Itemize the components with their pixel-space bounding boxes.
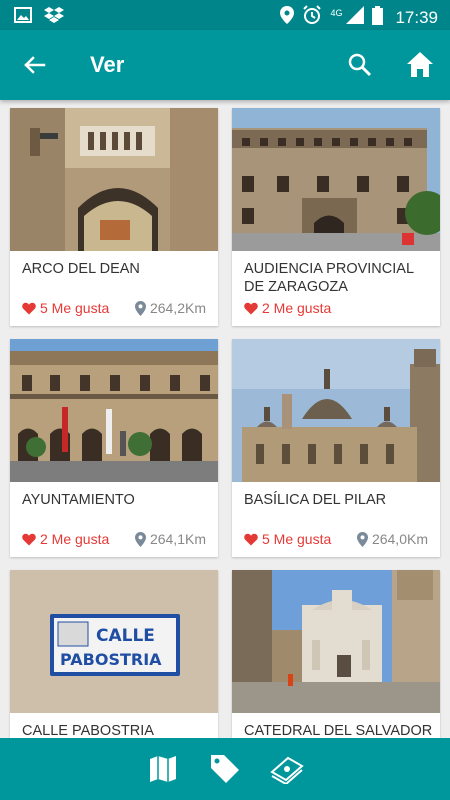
place-card-basilica-del-pilar[interactable]: BASÍLICA DEL PILAR 5 Me gusta 264,0Km <box>232 339 440 557</box>
tickets-button[interactable] <box>270 752 304 786</box>
map-icon <box>150 756 176 782</box>
street-sign-line1: CALLE <box>96 626 155 646</box>
place-photo <box>232 108 440 251</box>
signal-icon <box>346 6 365 29</box>
place-card-ayuntamiento[interactable]: AYUNTAMIENTO 2 Me gusta 264,1Km <box>10 339 218 557</box>
alarm-icon <box>302 5 322 30</box>
heart-icon <box>22 302 36 314</box>
likes-label: 2 Me gusta <box>40 531 110 547</box>
place-photo <box>10 339 218 482</box>
app-bar: Ver <box>0 30 450 100</box>
money-icon <box>270 756 304 784</box>
map-button[interactable] <box>146 752 180 786</box>
place-name: AUDIENCIA PROVINCIAL DE ZARAGOZA <box>244 261 414 295</box>
place-photo <box>232 339 440 482</box>
battery-icon <box>372 5 384 30</box>
heart-icon <box>244 533 258 545</box>
page-title: Ver <box>90 52 125 77</box>
bottom-navigation <box>0 738 450 800</box>
distance-label: 264,0Km <box>371 531 428 547</box>
search-icon <box>348 53 372 77</box>
home-icon <box>407 52 433 77</box>
back-button[interactable] <box>20 50 50 80</box>
heart-icon <box>22 533 36 545</box>
likes-count: 2 Me gusta <box>22 531 109 547</box>
distance: 264,0Km <box>356 531 428 547</box>
heart-icon <box>244 302 258 314</box>
gallery-notification-icon <box>14 7 32 28</box>
place-photo <box>232 570 440 713</box>
place-name: BASÍLICA DEL PILAR <box>244 492 387 508</box>
likes-count: 2 Me gusta <box>244 300 331 316</box>
place-name: ARCO DEL DEAN <box>22 261 140 277</box>
place-name: CATEDRAL DEL SALVADOR <box>244 723 433 738</box>
likes-label: 5 Me gusta <box>262 531 332 547</box>
place-name: CALLE PABOSTRIA <box>22 723 154 738</box>
place-card-calle-pabostria[interactable]: CALLE PABOSTRIA CALLE PABOSTRIA <box>10 570 218 738</box>
distance: 264,1Km <box>134 531 206 547</box>
place-card-catedral-del-salvador[interactable]: CATEDRAL DEL SALVADOR <box>232 570 440 738</box>
tag-icon <box>211 755 239 783</box>
likes-label: 2 Me gusta <box>262 300 332 316</box>
arrow-left-icon <box>24 56 46 74</box>
network-type-label: 4G <box>330 7 343 18</box>
place-card-audiencia-provincial[interactable]: AUDIENCIA PROVINCIAL DE ZARAGOZA 2 Me gu… <box>232 108 440 326</box>
status-bar: 4G 17:39 <box>0 0 450 30</box>
location-icon <box>280 6 295 29</box>
status-time: 17:39 <box>395 7 438 27</box>
location-pin-icon <box>134 531 146 547</box>
street-sign-line2: PABOSTRIA <box>60 650 162 669</box>
likes-count: 5 Me gusta <box>22 300 109 316</box>
likes-count: 5 Me gusta <box>244 531 331 547</box>
location-pin-icon <box>134 300 146 316</box>
place-name: AYUNTAMIENTO <box>22 492 135 508</box>
home-button[interactable] <box>404 49 436 81</box>
place-photo <box>10 108 218 251</box>
place-photo: CALLE PABOSTRIA <box>10 570 218 713</box>
tags-button[interactable] <box>208 752 242 786</box>
distance-label: 264,2Km <box>149 300 206 316</box>
places-grid: ARCO DEL DEAN 5 Me gusta 264,2Km AUDIENC… <box>0 100 450 738</box>
likes-label: 5 Me gusta <box>40 300 110 316</box>
dropbox-notification-icon <box>44 6 64 29</box>
distance: 264,2Km <box>134 300 206 316</box>
place-card-arco-del-dean[interactable]: ARCO DEL DEAN 5 Me gusta 264,2Km <box>10 108 218 326</box>
search-button[interactable] <box>345 50 375 80</box>
location-pin-icon <box>356 531 368 547</box>
distance-label: 264,1Km <box>149 531 206 547</box>
